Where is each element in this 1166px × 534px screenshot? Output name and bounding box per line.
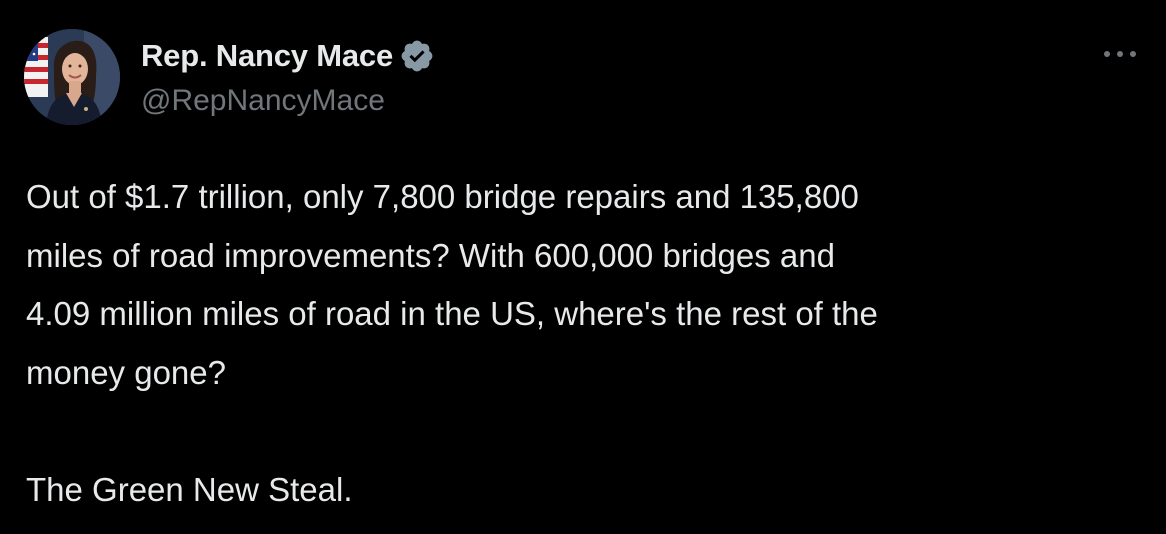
author-name-row: Rep. Nancy Mace xyxy=(141,36,435,76)
avatar-photo xyxy=(24,29,120,125)
tweet-text: Out of $1.7 trillion, only 7,800 bridge … xyxy=(26,168,1136,519)
ellipsis-icon xyxy=(1104,51,1136,57)
tweet-card: Rep. Nancy Mace @RepNancyMace Out of $1.… xyxy=(0,0,1166,534)
tweet-text-line: 4.09 million miles of road in the US, wh… xyxy=(26,295,878,332)
tweet-text-line: miles of road improvements? With 600,000… xyxy=(26,236,835,274)
tweet-text-line: money gone? xyxy=(26,353,226,391)
tweet-text-line: Out of $1.7 trillion, only 7,800 bridge … xyxy=(26,178,859,215)
author-handle[interactable]: @RepNancyMace xyxy=(141,84,385,118)
avatar[interactable] xyxy=(24,29,120,125)
verified-badge-icon[interactable] xyxy=(399,38,435,74)
display-name[interactable]: Rep. Nancy Mace xyxy=(141,38,393,74)
tweet-text-closing: The Green New Steal. xyxy=(26,470,353,508)
more-options-button[interactable] xyxy=(1098,40,1142,68)
